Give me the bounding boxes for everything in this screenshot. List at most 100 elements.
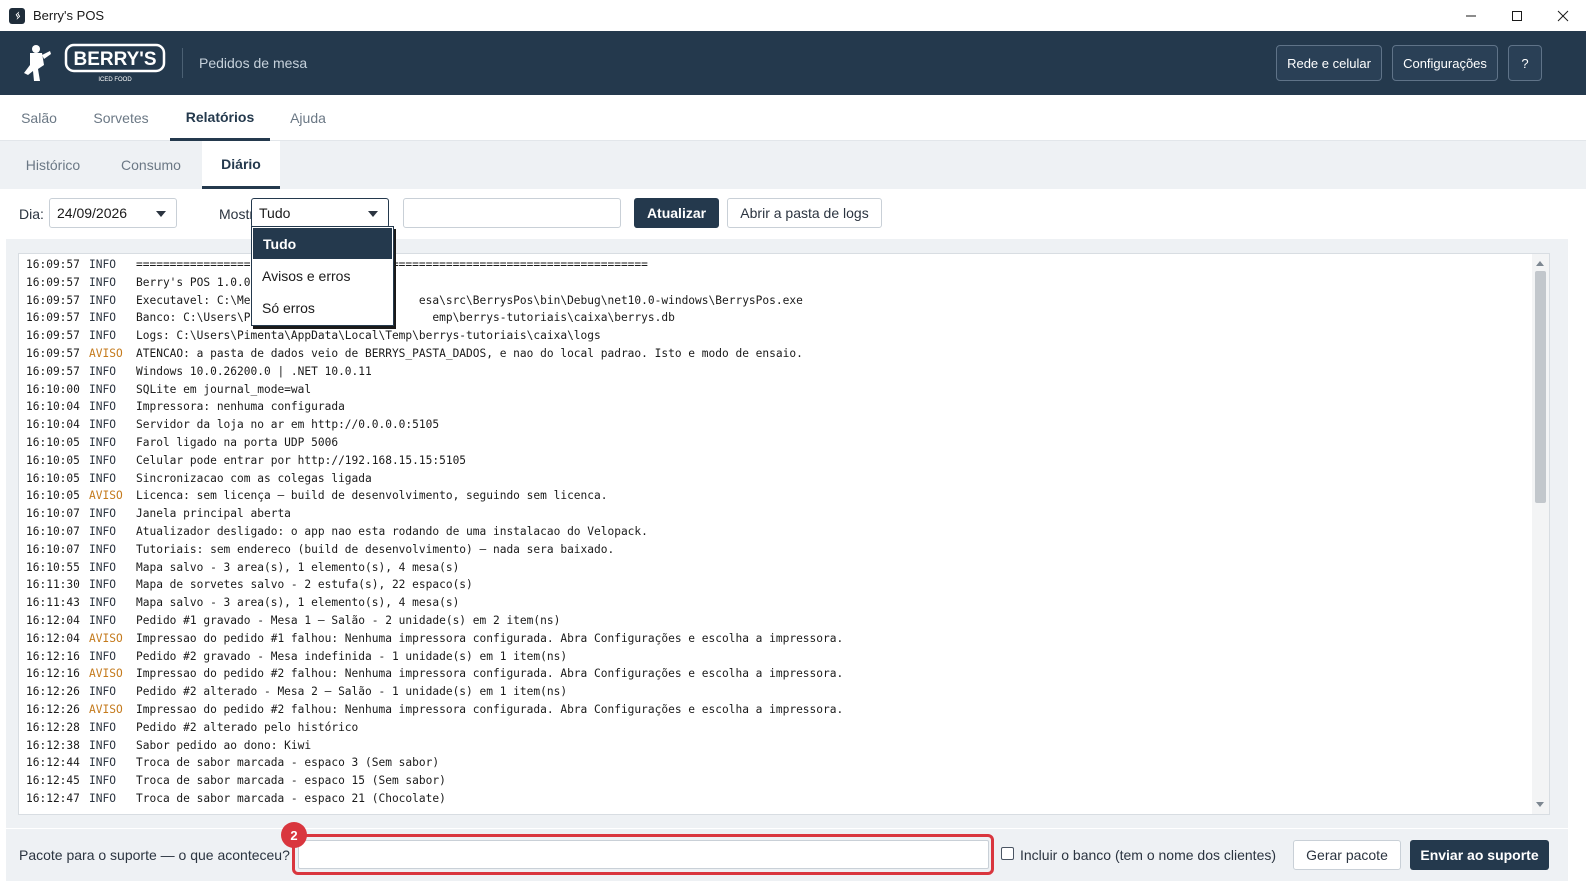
log-line: 16:12:16 AVISO Impressao do pedido #2 falh… — [26, 665, 843, 683]
chevron-down-icon — [368, 211, 378, 217]
log-time: 16:11:43 — [26, 596, 80, 610]
log-message: Mapa salvo - 3 area(s), 1 elemento(s), 4… — [136, 596, 460, 610]
log-line: 16:12:44 INFO Troca de sabor marcada - esp… — [26, 754, 843, 772]
maximize-button[interactable] — [1494, 0, 1540, 31]
network-button[interactable]: Rede e celular — [1276, 45, 1382, 81]
scroll-down-icon[interactable] — [1536, 802, 1544, 807]
log-line: 16:10:05 AVISO Licenca: sem licença — buil… — [26, 487, 843, 505]
close-button[interactable] — [1540, 0, 1586, 31]
log-line: 16:12:28 INFO Pedido #2 alterado pelo hist… — [26, 719, 843, 737]
svg-text:ICED FOOD: ICED FOOD — [98, 77, 132, 83]
log-level: INFO — [89, 293, 116, 307]
log-message: Mapa salvo - 3 area(s), 1 elemento(s), 4… — [136, 560, 460, 574]
log-line: 16:12:45 INFO Troca de sabor marcada - esp… — [26, 772, 843, 790]
step-badge: 2 — [281, 822, 307, 848]
log-scrollbar[interactable] — [1532, 254, 1549, 814]
log-message: Tutoriais: sem endereco (build de desenv… — [136, 542, 615, 556]
log-line: 16:10:04 INFO Servidor da loja no ar em ht… — [26, 416, 843, 434]
include-db-label[interactable]: Incluir o banco (tem o nome dos clientes… — [1020, 847, 1276, 863]
tab-salao[interactable]: Salão — [14, 95, 64, 141]
log-level: INFO — [89, 524, 116, 538]
log-level: INFO — [89, 453, 116, 467]
send-to-support-button[interactable]: Enviar ao suporte — [1410, 840, 1549, 870]
log-line: 16:12:04 AVISO Impressao do pedido #1 falh… — [26, 630, 843, 648]
log-level: AVISO — [89, 489, 123, 503]
svg-text:BERRY'S: BERRY'S — [74, 49, 157, 70]
dropdown-option-so-erros[interactable]: Só erros — [252, 292, 393, 324]
log-level: INFO — [89, 791, 116, 805]
include-db-checkbox[interactable] — [1001, 847, 1014, 860]
log-line: 16:09:57 INFO Banco: C:\Users\Pi emp\berry… — [26, 309, 843, 327]
open-logs-folder-button[interactable]: Abrir a pasta de logs — [727, 198, 882, 228]
day-value: 24/09/2026 — [57, 205, 128, 221]
log-line: 16:09:57 INFO Windows 10.0.26200.0 | .NET … — [26, 363, 843, 381]
log-line: 16:10:07 INFO Janela principal aberta — [26, 505, 843, 523]
log-level: INFO — [89, 542, 116, 556]
log-message: Janela principal aberta — [136, 507, 291, 521]
log-line: 16:09:57 INFO Berry's POS 1.0.0.0 — [26, 274, 843, 292]
log-level: INFO — [89, 596, 116, 610]
log-line: 16:12:16 INFO Pedido #2 gravado - Mesa ind… — [26, 648, 843, 666]
help-button[interactable]: ? — [1508, 45, 1542, 81]
minimize-button[interactable] — [1448, 0, 1494, 31]
log-message: Impressao do pedido #2 falhou: Nenhuma i… — [136, 702, 844, 716]
log-time: 16:09:57 — [26, 311, 80, 325]
log-time: 16:11:30 — [26, 578, 80, 592]
log-level: INFO — [89, 613, 116, 627]
log-message: Sincronizacao com as colegas ligada — [136, 471, 372, 485]
log-message: Servidor da loja no ar em http://0.0.0.0… — [136, 418, 440, 432]
log-message: Pedido #2 gravado - Mesa indefinida - 1 … — [136, 649, 568, 663]
log-level: AVISO — [89, 667, 123, 681]
log-message: ATENCAO: a pasta de dados veio de BERRYS… — [136, 346, 803, 360]
tab-historico[interactable]: Histórico — [14, 141, 92, 189]
log-level: INFO — [89, 774, 116, 788]
day-picker[interactable]: 24/09/2026 — [49, 198, 177, 228]
log-level: INFO — [89, 756, 116, 770]
log-line: 16:10:05 INFO Farol ligado na porta UDP 50… — [26, 434, 843, 452]
tab-relatorios[interactable]: Relatórios — [170, 95, 270, 141]
tab-consumo[interactable]: Consumo — [110, 141, 192, 189]
scroll-up-icon[interactable] — [1536, 261, 1544, 266]
log-level: INFO — [89, 507, 116, 521]
step-highlight-frame — [292, 834, 994, 875]
dropdown-option-avisos-e-erros[interactable]: Avisos e erros — [252, 260, 393, 292]
settings-button[interactable]: Configurações — [1392, 45, 1498, 81]
log-viewer[interactable]: 16:09:57INFO============================… — [18, 253, 1550, 815]
log-time: 16:12:16 — [26, 649, 80, 663]
log-time: 16:10:05 — [26, 489, 80, 503]
log-line: 16:12:38 INFO Sabor pedido ao dono: Kiwi — [26, 737, 843, 755]
dropdown-option-tudo[interactable]: Tudo — [253, 228, 392, 259]
log-level: INFO — [89, 560, 116, 574]
minimize-icon — [1466, 15, 1476, 16]
log-line: 16:10:05 INFO Celular pode entrar por http… — [26, 452, 843, 470]
tab-ajuda[interactable]: Ajuda — [280, 95, 336, 141]
scroll-thumb[interactable] — [1535, 271, 1546, 503]
log-message: Impressora: nenhuma configurada — [136, 400, 345, 414]
refresh-button[interactable]: Atualizar — [634, 198, 719, 228]
log-toolbar: Dia: 24/09/2026 Mostrar: Tudo Atualizar … — [6, 189, 1568, 239]
log-time: 16:12:26 — [26, 702, 80, 716]
log-line: 16:10:07 INFO Tutoriais: sem endereco (bui… — [26, 541, 843, 559]
log-search-input[interactable] — [403, 198, 621, 228]
tab-sorvetes[interactable]: Sorvetes — [86, 95, 156, 141]
log-level: INFO — [89, 435, 116, 449]
log-message: Farol ligado na porta UDP 5006 — [136, 435, 339, 449]
generate-package-button[interactable]: Gerar pacote — [1293, 840, 1401, 870]
log-time: 16:12:04 — [26, 631, 80, 645]
log-line: 16:12:26 AVISO Impressao do pedido #2 falh… — [26, 701, 843, 719]
tab-diario[interactable]: Diário — [202, 141, 280, 189]
log-time: 16:09:57 — [26, 329, 80, 343]
log-time: 16:09:57 — [26, 275, 80, 289]
log-level: INFO — [89, 329, 116, 343]
log-time: 16:12:28 — [26, 720, 80, 734]
log-message: Atualizador desligado: o app nao esta ro… — [136, 524, 648, 538]
log-time: 16:10:07 — [26, 542, 80, 556]
log-time: 16:12:38 — [26, 738, 80, 752]
show-filter-select[interactable]: Tudo — [251, 198, 389, 228]
berrys-logo: BERRY'S ICED FOOD — [24, 43, 166, 83]
log-line: 16:10:04 INFO Impressora: nenhuma configur… — [26, 398, 843, 416]
log-time: 16:10:04 — [26, 418, 80, 432]
log-level: INFO — [89, 400, 116, 414]
log-level: INFO — [89, 258, 116, 271]
log-level: INFO — [89, 382, 116, 396]
